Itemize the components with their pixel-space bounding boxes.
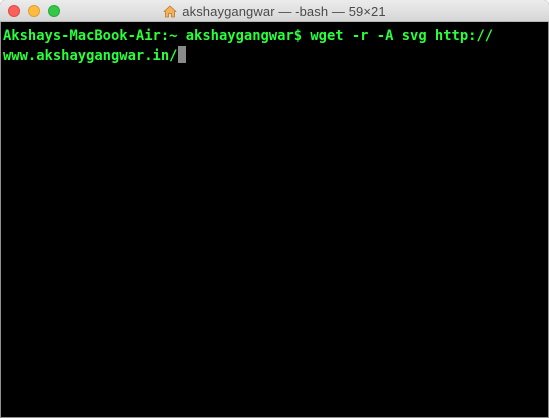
terminal-content[interactable]: Akshays-MacBook-Air:~ akshaygangwar$ wge… [3, 27, 545, 414]
terminal-line-text: Akshays-MacBook-Air:~ akshaygangwar$ wge… [3, 28, 494, 44]
text-cursor [178, 46, 187, 63]
terminal-line-command: Akshays-MacBook-Air:~ akshaygangwar$ wge… [3, 27, 545, 46]
close-button[interactable] [8, 5, 20, 17]
home-folder-icon [163, 5, 177, 18]
title-bar[interactable]: akshaygangwar — -bash — 59×21 [0, 0, 549, 22]
window-title-group: akshaygangwar — -bash — 59×21 [0, 0, 549, 22]
window-title: akshaygangwar — -bash — 59×21 [182, 3, 386, 19]
minimize-button[interactable] [28, 5, 40, 17]
terminal-line-continuation: www.akshaygangwar.in/ [3, 46, 545, 65]
terminal-line-text: www.akshaygangwar.in/ [3, 48, 178, 64]
terminal-window: akshaygangwar — -bash — 59×21 Akshays-Ma… [0, 0, 549, 418]
zoom-button[interactable] [48, 5, 60, 17]
